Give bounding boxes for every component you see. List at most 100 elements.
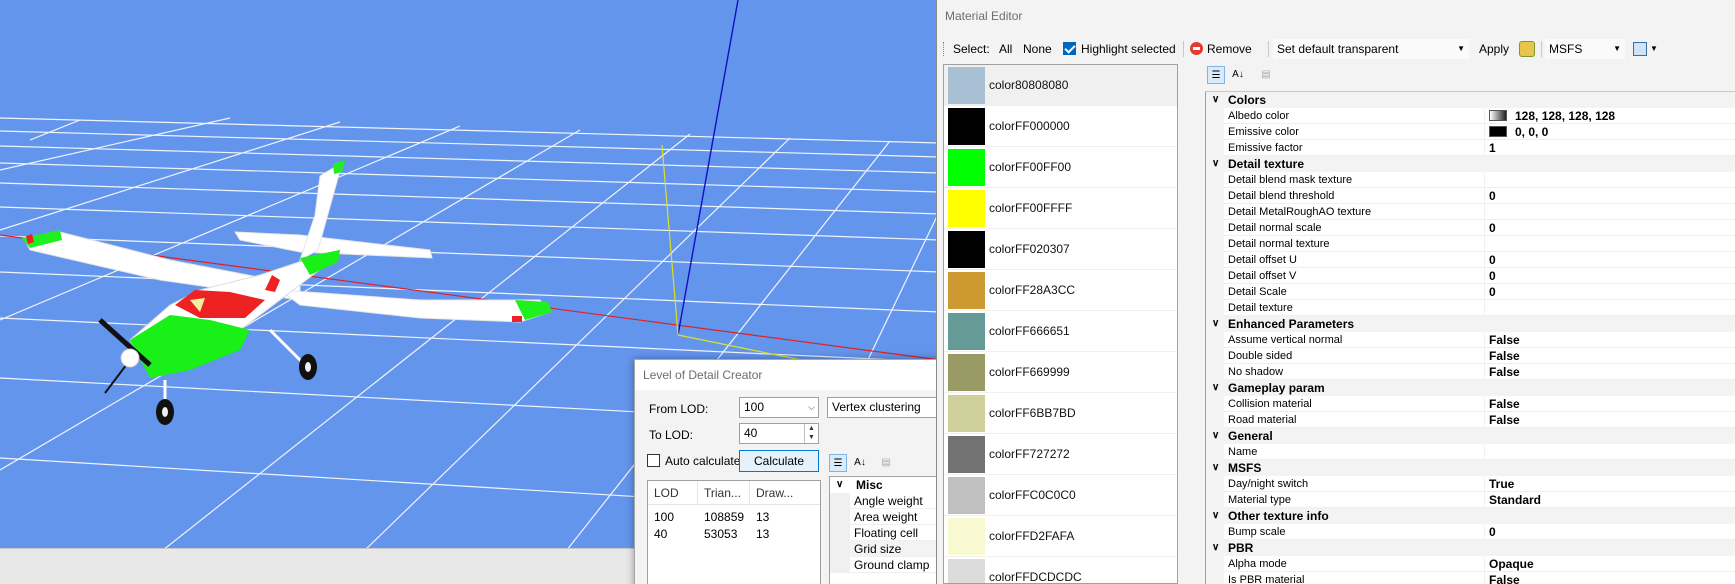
material-list-item[interactable]: colorFF28A3CC [944, 270, 1177, 311]
auto-calculate-checkbox[interactable]: Auto calculate [647, 454, 740, 468]
material-list[interactable]: color80808080 colorFF000000 colorFF00FF00 c… [943, 64, 1178, 584]
property-row[interactable]: Detail texture [1206, 300, 1735, 316]
chevron-down-icon[interactable]: ▼ [1650, 36, 1658, 62]
material-list-item[interactable]: colorFF000000 [944, 106, 1177, 147]
property-value[interactable]: Opaque [1489, 556, 1534, 572]
highlight-selected-checkbox[interactable]: Highlight selected [1063, 36, 1176, 62]
column-header[interactable]: Draw... [750, 481, 820, 504]
default-transparent-combo[interactable]: Set default transparent ▼ [1273, 39, 1469, 59]
property-category[interactable]: ∨ Colors [1206, 92, 1735, 108]
property-value[interactable]: 0 [1489, 284, 1496, 300]
property-value[interactable]: False [1489, 396, 1520, 412]
property-value[interactable]: False [1489, 572, 1520, 584]
select-none-button[interactable]: None [1023, 36, 1052, 62]
property-pages-icon[interactable]: ▤ [877, 454, 895, 472]
property-row[interactable]: Detail normal texture [1206, 236, 1735, 252]
property-value[interactable]: 1 [1489, 140, 1496, 156]
list-item[interactable]: 100 108859 13 [648, 509, 820, 526]
chevron-down-icon[interactable]: ∨ [1212, 380, 1219, 396]
property-value[interactable]: False [1489, 348, 1520, 364]
grid-item[interactable]: Floating cell [830, 525, 948, 541]
material-property-grid[interactable]: ∨ Colors Albedo color 128, 128, 128, 128 Emi… [1205, 91, 1735, 584]
property-row[interactable]: Albedo color 128, 128, 128, 128 [1206, 108, 1735, 124]
property-value[interactable]: False [1489, 332, 1520, 348]
toolbar-grip[interactable] [943, 42, 946, 56]
chevron-down-icon[interactable]: ∨ [1212, 316, 1219, 332]
grid-item[interactable]: Angle weight [830, 493, 948, 509]
property-value[interactable]: False [1489, 412, 1520, 428]
property-value[interactable]: Standard [1489, 492, 1541, 508]
material-list-item[interactable]: colorFF00FFFF [944, 188, 1177, 229]
property-row[interactable]: Bump scale 0 [1206, 524, 1735, 540]
property-row[interactable]: Detail normal scale 0 [1206, 220, 1735, 236]
property-value[interactable]: 0 [1489, 188, 1496, 204]
platform-combo[interactable]: MSFS ▼ [1545, 39, 1625, 59]
property-value[interactable]: 0 [1489, 524, 1496, 540]
property-value[interactable]: 0 [1489, 268, 1496, 284]
property-category[interactable]: ∨ Gameplay param [1206, 380, 1735, 396]
chevron-down-icon[interactable]: ∨ [836, 477, 843, 493]
grid-item[interactable]: Grid size [830, 541, 948, 557]
material-list-item[interactable]: colorFF00FF00 [944, 147, 1177, 188]
chevron-down-icon[interactable]: ∨ [1212, 460, 1219, 476]
property-category[interactable]: ∨ General [1206, 428, 1735, 444]
export-icon[interactable] [1633, 42, 1647, 56]
property-value[interactable]: 0 [1489, 220, 1496, 236]
property-value[interactable]: True [1489, 476, 1514, 492]
chevron-down-icon[interactable]: ∨ [1212, 92, 1219, 108]
material-list-item[interactable]: colorFFDCDCDC [944, 557, 1177, 583]
categorized-icon[interactable]: ☰ [829, 454, 847, 472]
calculate-button[interactable]: Calculate [739, 450, 819, 472]
sort-alpha-icon[interactable]: A↓ [851, 454, 869, 472]
lod-creator-window[interactable]: Level of Detail Creator From LOD: 100 ⌵ … [634, 359, 949, 584]
property-value[interactable]: 128, 128, 128, 128 [1489, 108, 1615, 124]
property-category[interactable]: ∨ Other texture info [1206, 508, 1735, 524]
property-category[interactable]: ∨ MSFS [1206, 460, 1735, 476]
checkbox-icon[interactable] [647, 454, 660, 467]
sort-alpha-icon[interactable]: A↓ [1229, 66, 1247, 84]
property-row[interactable]: Road material False [1206, 412, 1735, 428]
chevron-down-icon[interactable]: ∨ [1212, 508, 1219, 524]
property-row[interactable]: Double sided False [1206, 348, 1735, 364]
property-row[interactable]: Emissive color 0, 0, 0 [1206, 124, 1735, 140]
list-item[interactable]: 40 53053 13 [648, 526, 820, 543]
chevron-down-icon[interactable]: ∨ [1212, 156, 1219, 172]
material-list-item[interactable]: colorFF020307 [944, 229, 1177, 270]
material-list-item[interactable]: colorFFD2FAFA [944, 516, 1177, 557]
chevron-down-icon[interactable]: ∨ [1212, 540, 1219, 556]
property-row[interactable]: Detail offset V 0 [1206, 268, 1735, 284]
property-row[interactable]: Collision material False [1206, 396, 1735, 412]
categorized-icon[interactable]: ☰ [1207, 66, 1225, 84]
material-list-item[interactable]: colorFF6BB7BD [944, 393, 1177, 434]
material-list-item[interactable]: colorFF727272 [944, 434, 1177, 475]
material-list-item[interactable]: colorFF669999 [944, 352, 1177, 393]
property-value[interactable]: 0 [1489, 252, 1496, 268]
material-list-item[interactable]: colorFFC0C0C0 [944, 475, 1177, 516]
from-lod-combo[interactable]: 100 ⌵ [739, 397, 819, 418]
lod-property-grid[interactable]: ∨ Misc Angle weight Area weight Floating … [829, 476, 949, 584]
property-row[interactable]: Detail MetalRoughAO texture [1206, 204, 1735, 220]
lod-results-list[interactable]: LOD Trian... Draw... 100 108859 13 40 53… [647, 480, 821, 584]
property-row[interactable]: Assume vertical normal False [1206, 332, 1735, 348]
property-row[interactable]: Material type Standard [1206, 492, 1735, 508]
grid-item[interactable]: Area weight [830, 509, 948, 525]
property-row[interactable]: Name [1206, 444, 1735, 460]
property-row[interactable]: Alpha mode Opaque [1206, 556, 1735, 572]
remove-button[interactable]: Remove [1190, 36, 1252, 62]
select-all-button[interactable]: All [999, 36, 1012, 62]
material-list-item[interactable]: colorFF666651 [944, 311, 1177, 352]
grid-category[interactable]: ∨ Misc [830, 477, 948, 493]
property-value[interactable]: 0, 0, 0 [1489, 124, 1548, 140]
column-header[interactable]: Trian... [698, 481, 750, 504]
property-row[interactable]: Detail offset U 0 [1206, 252, 1735, 268]
checkbox-checked-icon[interactable] [1063, 42, 1076, 55]
property-row[interactable]: Detail Scale 0 [1206, 284, 1735, 300]
grid-item[interactable]: Ground clamp [830, 557, 948, 573]
property-value[interactable]: False [1489, 364, 1520, 380]
lod-method-combo[interactable]: Vertex clustering [827, 397, 945, 418]
chevron-down-icon[interactable]: ∨ [1212, 428, 1219, 444]
spinner-arrows-icon[interactable]: ▲ ▼ [804, 424, 818, 443]
property-row[interactable]: Day/night switch True [1206, 476, 1735, 492]
property-category[interactable]: ∨ Enhanced Parameters [1206, 316, 1735, 332]
apply-button[interactable]: Apply [1479, 36, 1509, 62]
